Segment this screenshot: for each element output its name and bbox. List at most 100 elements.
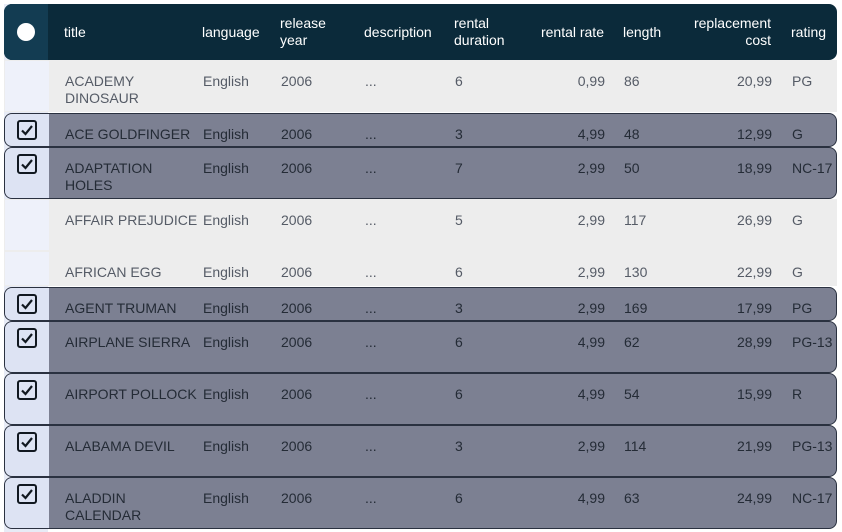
cell-title: ALADDIN CALENDAR (65, 490, 142, 523)
cell-language: English (203, 73, 249, 89)
cell-title: ADAPTATION HOLES (65, 160, 153, 193)
table-row[interactable]: ALABAMA DEVIL English 2006 ... 3 2,99 11… (4, 425, 837, 477)
column-header-rental-rate[interactable]: rental rate (534, 4, 604, 60)
table-row[interactable]: ACADEMY DINOSAUR English 2006 ... 6 0,99… (4, 60, 837, 112)
cell-description: ... (365, 73, 377, 89)
cell-title: AGENT TRUMAN (65, 300, 177, 316)
select-all-circle-icon[interactable] (17, 23, 35, 41)
column-header-release-year[interactable]: release year (280, 4, 356, 60)
row-select-cell[interactable] (5, 374, 49, 424)
cell-language: English (203, 126, 249, 142)
cell-rating: PG (792, 300, 813, 316)
film-data-grid: title language release year description … (0, 0, 842, 532)
column-header-language[interactable]: language (202, 4, 274, 60)
cell-release-year: 2006 (281, 490, 313, 506)
column-header-replacement-cost[interactable]: replacement cost (686, 4, 771, 60)
cell-description: ... (365, 438, 377, 454)
checkbox-checked-icon[interactable] (17, 432, 37, 452)
table-row[interactable]: AIRPLANE SIERRA English 2006 ... 6 4,99 … (4, 321, 837, 373)
cell-length: 63 (624, 490, 640, 506)
table-row[interactable]: AFFAIR PREJUDICE English 2006 ... 5 2,99… (4, 199, 837, 251)
cell-rental-rate: 0,99 (577, 73, 605, 89)
cell-release-year: 2006 (281, 212, 313, 228)
cell-language: English (203, 300, 249, 316)
cell-rental-rate: 4,99 (577, 386, 605, 402)
column-header-description[interactable]: description (364, 4, 448, 60)
checkbox-checked-icon[interactable] (17, 484, 37, 504)
cell-release-year: 2006 (281, 73, 313, 89)
row-select-cell[interactable] (5, 322, 49, 372)
cell-release-year: 2006 (281, 264, 313, 280)
cell-rating: NC-17 (792, 160, 833, 176)
row-select-cell[interactable] (5, 61, 49, 111)
checkbox-checked-icon[interactable] (17, 120, 37, 140)
checkbox-checked-icon[interactable] (17, 154, 37, 174)
column-header-length[interactable]: length (623, 4, 683, 60)
row-select-cell[interactable] (5, 252, 49, 285)
row-select-cell[interactable] (5, 426, 49, 476)
cell-replacement-cost: 21,99 (736, 438, 772, 454)
cell-rental-duration: 6 (455, 490, 463, 506)
checkbox-checked-icon[interactable] (17, 294, 37, 314)
table-row[interactable]: AIRPORT POLLOCK English 2006 ... 6 4,99 … (4, 373, 837, 425)
checkbox-checked-icon[interactable] (17, 328, 37, 348)
cell-rental-duration: 3 (455, 438, 463, 454)
cell-replacement-cost: 15,99 (736, 386, 772, 402)
cell-language: English (203, 334, 249, 350)
cell-rental-rate: 4,99 (577, 334, 605, 350)
cell-rental-rate: 2,99 (577, 212, 605, 228)
row-select-cell[interactable] (5, 148, 49, 198)
select-all-cell[interactable] (4, 4, 48, 60)
cell-rating: NC-17 (792, 490, 833, 506)
cell-title: ACE GOLDFINGER (65, 126, 191, 142)
cell-replacement-cost: 26,99 (736, 212, 772, 228)
row-select-cell[interactable] (5, 200, 49, 250)
column-header-rating[interactable]: rating (791, 4, 835, 60)
cell-rental-duration: 3 (455, 300, 463, 316)
row-select-cell[interactable] (5, 478, 49, 528)
table-row[interactable]: ADAPTATION HOLES English 2006 ... 7 2,99… (4, 147, 837, 199)
row-select-cell[interactable] (5, 114, 49, 146)
table-row[interactable]: ALADDIN CALENDAR English 2006 ... 6 4,99… (4, 477, 837, 529)
table-row[interactable]: AGENT TRUMAN English 2006 ... 3 2,99 169… (4, 287, 837, 321)
table-row[interactable]: ACE GOLDFINGER English 2006 ... 3 4,99 4… (4, 113, 837, 147)
column-header-rental-duration[interactable]: rental duration (454, 4, 524, 60)
cell-language: English (203, 490, 249, 506)
cell-language: English (203, 212, 249, 228)
cell-description: ... (365, 334, 377, 350)
cell-rating: G (792, 212, 803, 228)
cell-rating: G (792, 126, 803, 142)
table-row[interactable]: AFRICAN EGG English 2006 ... 6 2,99 130 … (4, 251, 837, 286)
cell-description: ... (365, 160, 377, 176)
cell-replacement-cost: 12,99 (736, 126, 772, 142)
cell-rental-duration: 6 (455, 73, 463, 89)
cell-title: ACADEMY DINOSAUR (65, 73, 139, 106)
cell-length: 86 (624, 73, 640, 89)
cell-rental-rate: 2,99 (577, 160, 605, 176)
cell-length: 169 (624, 300, 648, 316)
cell-rating: G (792, 264, 803, 280)
cell-length: 62 (624, 334, 640, 350)
cell-description: ... (365, 300, 377, 316)
cell-replacement-cost: 17,99 (736, 300, 772, 316)
cell-release-year: 2006 (281, 126, 313, 142)
cell-length: 48 (624, 126, 640, 142)
cell-rating: PG (792, 73, 813, 89)
cell-rental-rate: 2,99 (577, 438, 605, 454)
row-select-cell[interactable] (5, 288, 49, 320)
cell-replacement-cost: 18,99 (736, 160, 772, 176)
cell-length: 117 (624, 212, 647, 228)
cell-title: AIRPLANE SIERRA (65, 334, 191, 350)
cell-rental-rate: 2,99 (577, 264, 605, 280)
checkbox-checked-icon[interactable] (17, 380, 37, 400)
cell-replacement-cost: 22,99 (736, 264, 772, 280)
cell-description: ... (365, 386, 377, 402)
cell-replacement-cost: 24,99 (736, 490, 772, 506)
cell-rental-duration: 5 (455, 212, 463, 228)
cell-length: 130 (624, 264, 648, 280)
cell-release-year: 2006 (281, 160, 313, 176)
column-header-title[interactable]: title (64, 4, 198, 60)
cell-replacement-cost: 20,99 (736, 73, 772, 89)
cell-rental-rate: 2,99 (577, 300, 605, 316)
cell-description: ... (365, 490, 377, 506)
